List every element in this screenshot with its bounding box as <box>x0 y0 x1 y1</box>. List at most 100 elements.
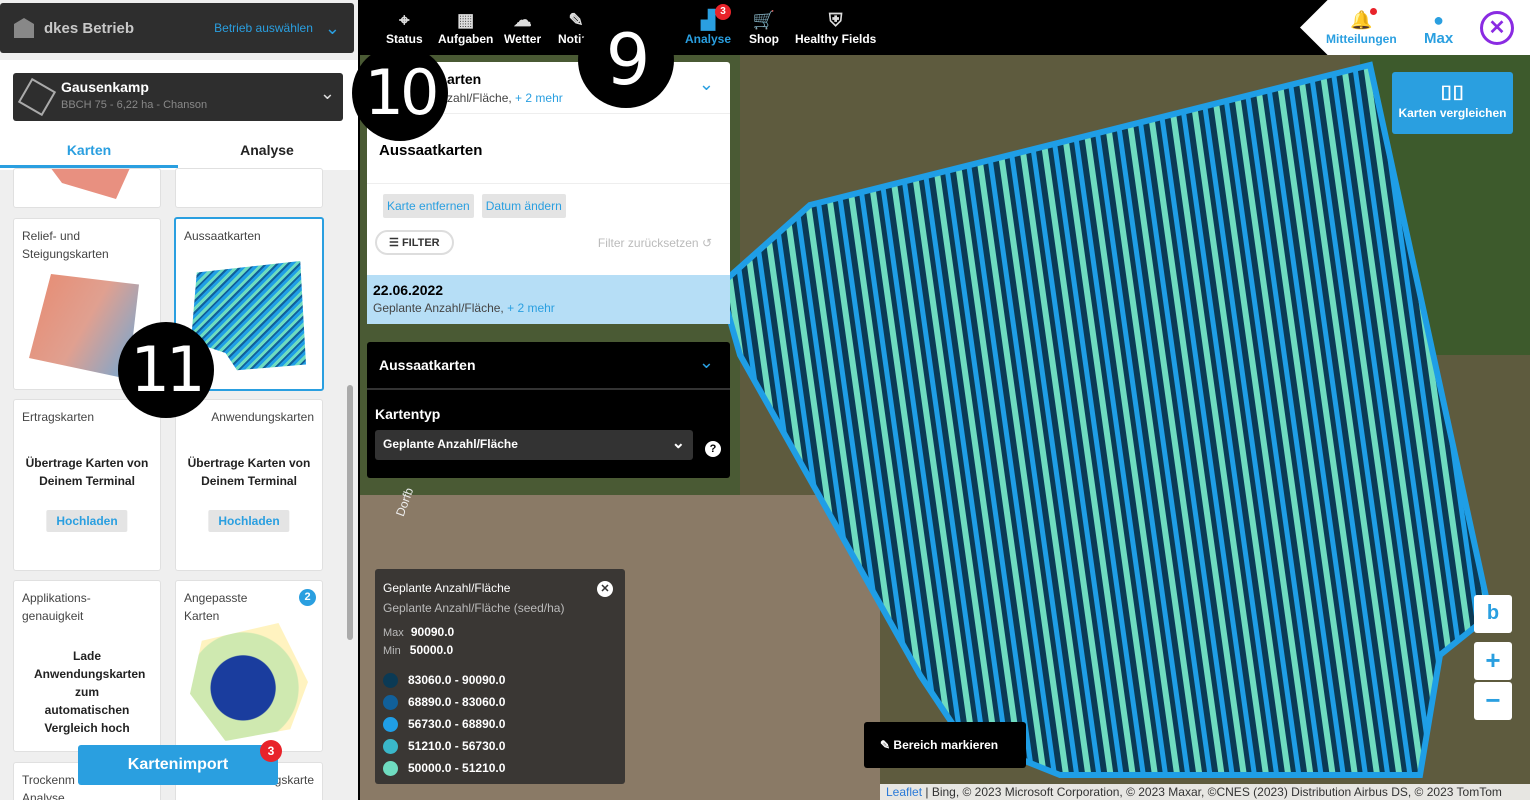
filter-button[interactable]: ☰ FILTER <box>375 230 454 255</box>
bing-button[interactable]: b <box>1474 595 1512 633</box>
user-menu[interactable]: ● Max <box>1424 8 1453 46</box>
zoom-out-button[interactable]: − <box>1474 682 1512 720</box>
chevron-down-icon: ⌄ <box>671 435 685 452</box>
upload-text: Übertrage Karten von Deinem Terminal <box>25 456 149 488</box>
map-legend: Geplante Anzahl/Fläche ✕ Geplante Anzahl… <box>375 569 625 784</box>
shield-icon: ⛨ <box>828 10 843 30</box>
betrieb-selector[interactable]: dkes Betrieb Betrieb auswählen ⌄ <box>0 3 354 53</box>
legend-range-label: 56730.0 - 68890.0 <box>408 717 506 731</box>
callout-9: 9 <box>578 12 674 108</box>
card-title: Applikations-genauigkeit <box>22 591 91 623</box>
legend-range-label: 83060.0 - 90090.0 <box>408 673 506 687</box>
chevron-down-icon[interactable]: ⌄ <box>320 83 335 104</box>
nav-status[interactable]: ⌖ Status <box>386 8 423 46</box>
card-title: Relief- und Steigungskarten <box>22 229 109 261</box>
kartentyp-label: Kartentyp <box>375 406 441 422</box>
map-type-panel: Aussaatkarten ⌄ Kartentyp Geplante Anzah… <box>367 342 730 478</box>
tab-analyse[interactable]: Analyse <box>178 136 356 168</box>
chevron-down-icon[interactable]: ⌄ <box>325 18 340 39</box>
legend-color-swatch <box>383 672 398 688</box>
kartenimport-button[interactable]: Kartenimport <box>78 745 278 785</box>
map-header-sub: zahl/Fläche, <box>447 91 512 105</box>
card-anwendung[interactable]: Anwendungskarten Übertrage Karten von De… <box>175 399 323 571</box>
card-partial-right[interactable] <box>175 168 323 208</box>
date-label: 22.06.2022 <box>373 282 444 298</box>
book-icon: ⌷⌷ <box>1440 83 1465 105</box>
betrieb-select-link[interactable]: Betrieb auswählen <box>214 21 313 35</box>
chevron-down-icon[interactable]: ⌄ <box>699 352 714 373</box>
card-applikation[interactable]: Applikations-genauigkeit Lade Anwendungs… <box>13 580 161 752</box>
legend-range-item: 68890.0 - 83060.0 <box>383 691 617 713</box>
card-angepasst[interactable]: Angepasste Karten 2 <box>175 580 323 752</box>
angepasst-thumbnail <box>190 623 308 741</box>
legend-color-swatch <box>383 694 398 710</box>
remove-map-button[interactable]: Karte entfernen <box>383 194 474 218</box>
tab-karten[interactable]: Karten <box>0 136 178 168</box>
legend-range-item: 51210.0 - 56730.0 <box>383 735 617 757</box>
more-link[interactable]: + 2 mehr <box>507 301 555 315</box>
legend-color-swatch <box>383 738 398 754</box>
count-badge: 2 <box>299 589 316 606</box>
map-type-header[interactable]: Aussaatkarten ⌄ <box>367 342 730 390</box>
leaflet-link[interactable]: Leaflet <box>886 785 922 799</box>
map-thumbnail <box>44 169 134 199</box>
card-partial-left[interactable] <box>13 168 161 208</box>
card-title: Aussaatkarten <box>184 229 261 243</box>
date-item-selected[interactable]: 22.06.2022 Geplante Anzahl/Fläche, + 2 m… <box>367 275 730 324</box>
panel-title: Aussaatkarten <box>379 357 476 373</box>
filter-icon: ☰ <box>389 237 399 249</box>
kartenimport-badge: 3 <box>260 740 282 762</box>
close-icon[interactable]: ✕ <box>597 581 613 597</box>
compare-maps-button[interactable]: ⌷⌷ Karten vergleichen <box>1392 72 1513 134</box>
mark-area-button[interactable]: ✎ Bereich markieren <box>864 722 1026 768</box>
legend-range-item: 50000.0 - 51210.0 <box>383 757 617 779</box>
card-title: Ertragskarten <box>22 410 95 424</box>
weather-icon: ☁ <box>513 10 532 30</box>
kartentyp-select[interactable]: Geplante Anzahl/Fläche ⌄ <box>375 430 693 460</box>
legend-range-label: 50000.0 - 51210.0 <box>408 761 506 775</box>
bell-icon: 🔔 <box>1350 10 1373 30</box>
nav-analyse[interactable]: ▟ Analyse 3 <box>685 4 731 46</box>
card-ertrag[interactable]: Ertragskarten Übertrage Karten von Deine… <box>13 399 161 571</box>
reset-icon: ↺ <box>701 235 712 250</box>
notifications-button[interactable]: 🔔 Mitteilungen <box>1326 8 1397 46</box>
betrieb-name: dkes Betrieb <box>44 19 135 37</box>
user-icon: ● <box>1433 10 1445 30</box>
help-icon[interactable]: ? <box>705 441 721 457</box>
analyse-badge: 3 <box>715 4 731 20</box>
more-link[interactable]: + 2 mehr <box>515 91 563 105</box>
attribution-text: | Bing, © 2023 Microsoft Corporation, © … <box>922 785 1502 799</box>
location-icon: ⌖ <box>399 10 410 30</box>
field-shape-icon <box>17 77 57 117</box>
zoom-in-button[interactable]: + <box>1474 642 1512 680</box>
min-label: Min <box>383 645 401 657</box>
nav-shop[interactable]: 🛒 Shop <box>749 8 779 46</box>
card-subtitle: Analyse <box>22 791 65 800</box>
chevron-down-icon[interactable]: ⌄ <box>699 74 714 95</box>
change-date-button[interactable]: Datum ändern <box>481 194 566 218</box>
field-subtitle: BBCH 75 - 6,22 ha - Chanson <box>61 99 208 111</box>
sidebar-scrollbar[interactable] <box>347 385 353 640</box>
pencil-icon: ✎ <box>880 738 891 752</box>
legend-title: Geplante Anzahl/Fläche <box>383 581 511 595</box>
legend-ranges: 83060.0 - 90090.0 68890.0 - 83060.0 56730.… <box>383 669 617 779</box>
upload-button[interactable]: Hochladen <box>208 510 290 532</box>
farm-icon <box>14 18 34 38</box>
nav-wetter[interactable]: ☁ Wetter <box>504 8 541 46</box>
legend-range-label: 68890.0 - 83060.0 <box>408 695 506 709</box>
field-selector[interactable]: Gausenkamp BBCH 75 - 6,22 ha - Chanson ⌄ <box>13 73 343 121</box>
app-logo-icon[interactable]: ✕ <box>1480 11 1514 45</box>
upload-button[interactable]: Hochladen <box>46 510 128 532</box>
filter-reset-link[interactable]: Filter zurücksetzen ↺ <box>598 236 712 250</box>
applikation-text: Lade Anwendungskarten zum automatischen … <box>34 649 146 735</box>
max-label: Max <box>383 627 404 639</box>
nav-healthy-fields[interactable]: ⛨ Healthy Fields <box>795 8 876 46</box>
legend-range-item: 83060.0 - 90090.0 <box>383 669 617 691</box>
nav-aufgaben[interactable]: ▦ Aufgaben <box>438 8 493 46</box>
map-attribution: Leaflet | Bing, © 2023 Microsoft Corpora… <box>880 784 1530 800</box>
upload-text: Übertrage Karten von Deinem Terminal <box>187 456 311 488</box>
legend-color-swatch <box>383 760 398 776</box>
card-title: Angepasste Karten <box>184 591 248 623</box>
max-value: 90090.0 <box>410 625 455 639</box>
date-sub: Geplante Anzahl/Fläche, <box>373 301 504 315</box>
